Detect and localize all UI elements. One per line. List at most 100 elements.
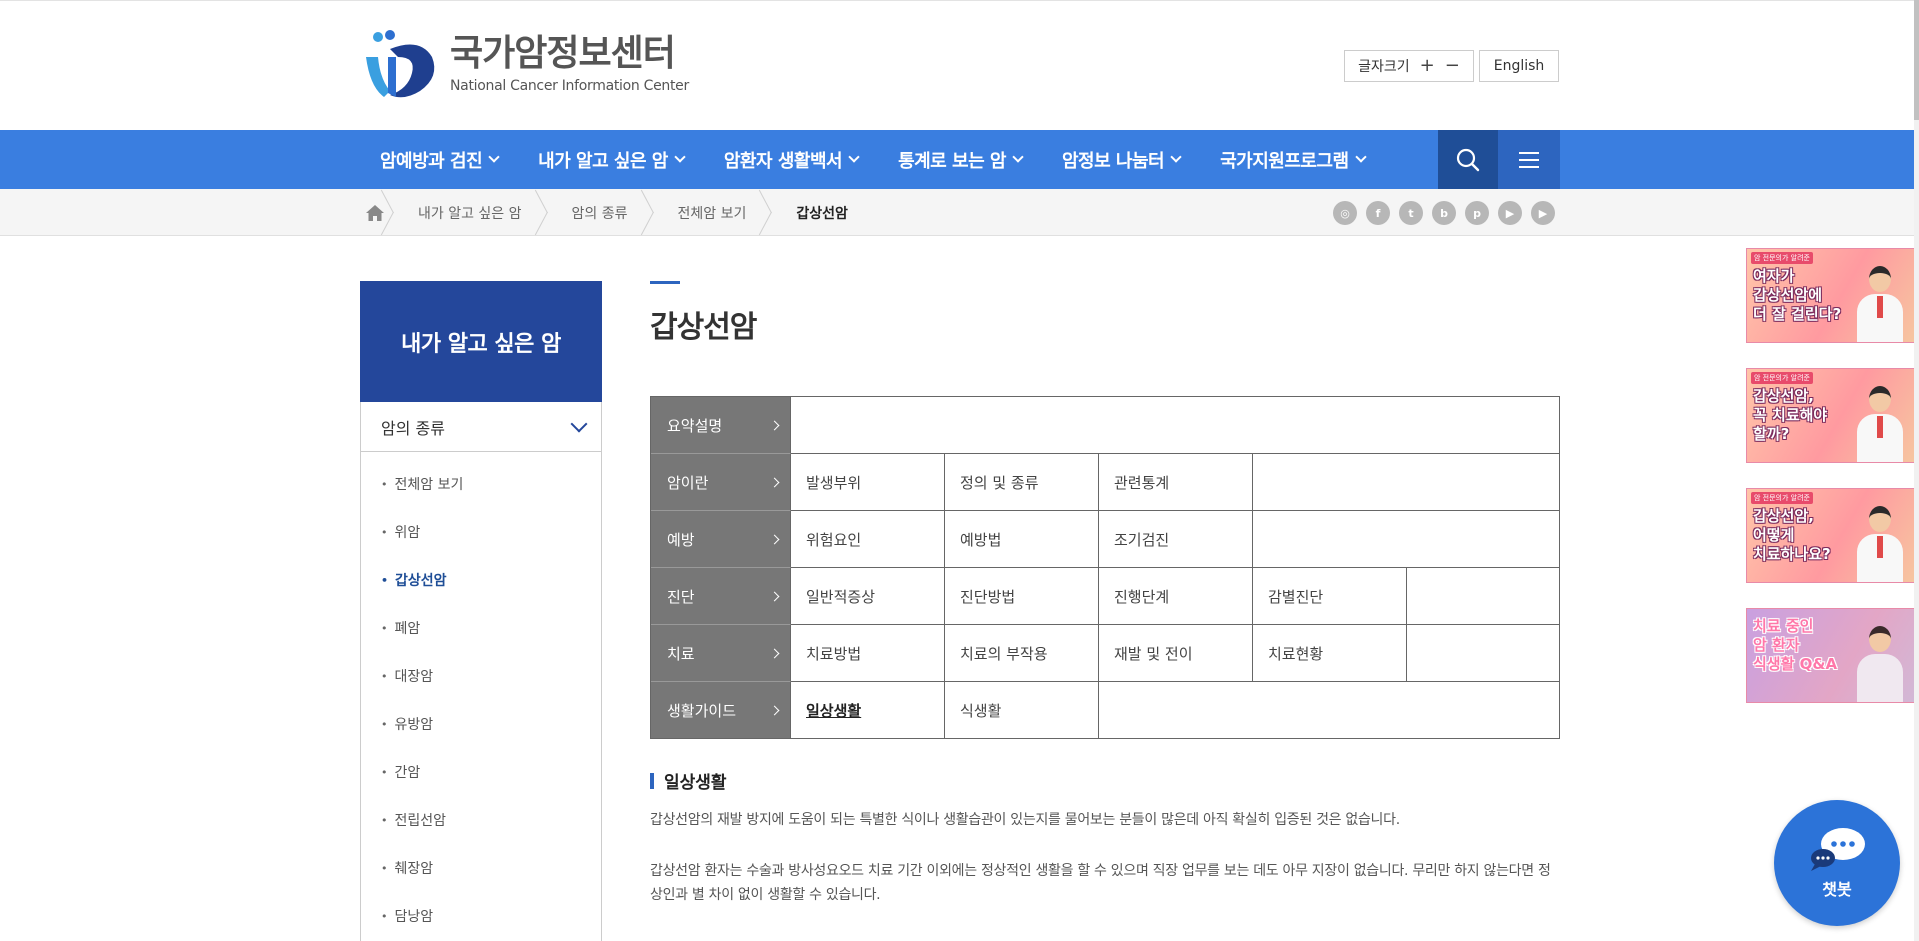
tab-cell-empty <box>791 397 1560 454</box>
banner-text: 갑상선암, 어떻게 치료하나요? <box>1753 507 1831 563</box>
lnb-item[interactable]: 간암 <box>361 748 601 796</box>
instagram-icon[interactable]: ◎ <box>1333 201 1357 225</box>
twitter-icon[interactable]: t <box>1399 201 1423 225</box>
breadcrumb-item[interactable]: 내가 알고 싶은 암 <box>404 189 544 236</box>
font-increase-button[interactable]: + <box>1420 57 1435 75</box>
video-banner[interactable]: 암 전문의가 알려준 갑상선암, 꼭 치료해야 할까? <box>1746 368 1916 463</box>
gnb-item-cancer-info[interactable]: 내가 알고 싶은 암 <box>518 130 704 189</box>
lnb-category-dropdown[interactable]: 암의 종류 <box>360 402 602 452</box>
tab-head-what-is-cancer[interactable]: 암이란 <box>651 454 791 511</box>
tab-head-diagnosis[interactable]: 진단 <box>651 568 791 625</box>
ncic-logo-icon <box>366 30 435 98</box>
chevron-down-icon <box>1012 151 1024 163</box>
lnb-item[interactable]: 위암 <box>361 508 601 556</box>
tab-row: 요약설명 <box>651 397 1560 454</box>
gnb-label: 내가 알고 싶은 암 <box>538 150 668 172</box>
lnb-item[interactable]: 대장암 <box>361 652 601 700</box>
gnb-item-national-program[interactable]: 국가지원프로그램 <box>1200 130 1384 189</box>
blog-icon[interactable]: b <box>1432 201 1456 225</box>
banner-text: 여자가 갑상선암에 더 잘 걸린다? <box>1753 267 1842 323</box>
font-size-control: 글자크기 + − <box>1344 50 1474 82</box>
tab-cell[interactable]: 진행단계 <box>1099 568 1253 625</box>
tab-row: 암이란 발생부위 정의 및 종류 관련통계 <box>651 454 1560 511</box>
tab-cell[interactable]: 치료현황 <box>1253 625 1407 682</box>
lnb-item[interactable]: 유방암 <box>361 700 601 748</box>
banner-text: 갑상선암, 꼭 치료해야 할까? <box>1753 387 1828 443</box>
gnb-item-sharing[interactable]: 암정보 나눔터 <box>1042 130 1200 189</box>
gnb-item-patient-life[interactable]: 암환자 생활백서 <box>704 130 878 189</box>
scrollbar-thumb[interactable] <box>1914 0 1919 120</box>
lnb-item[interactable]: 췌장암 <box>361 844 601 892</box>
tab-head-summary[interactable]: 요약설명 <box>651 397 791 454</box>
tab-head-life-guide[interactable]: 생활가이드 <box>651 682 791 739</box>
breadcrumb: 내가 알고 싶은 암 암의 종류 전체암 보기 갑상선암 <box>360 189 870 236</box>
section-title: 일상생활 <box>650 768 727 793</box>
post-icon[interactable]: p <box>1465 201 1489 225</box>
video-banner[interactable]: 암 전문의가 알려준 갑상선암, 어떻게 치료하나요? <box>1746 488 1916 583</box>
chevron-down-icon <box>1354 151 1367 163</box>
chatbot-label: 챗봇 <box>1822 880 1852 899</box>
search-button[interactable] <box>1438 130 1498 189</box>
breadcrumb-item[interactable]: 암의 종류 <box>558 189 650 236</box>
gnb-label: 국가지원프로그램 <box>1220 150 1349 172</box>
lnb-item-active[interactable]: 갑상선암 <box>361 556 601 604</box>
banner-tag: 암 전문의가 알려준 <box>1751 252 1813 264</box>
youtube-icon[interactable]: ▶ <box>1531 201 1555 225</box>
tab-cell-empty <box>1099 682 1560 739</box>
video-banner[interactable]: 치료 중인 암 환자 식생활 Q&A <box>1746 608 1916 703</box>
tab-cell[interactable]: 관련통계 <box>1099 454 1253 511</box>
lnb-item[interactable]: 전체암 보기 <box>361 460 601 508</box>
video-banner[interactable]: 암 전문의가 알려준 여자가 갑상선암에 더 잘 걸린다? <box>1746 248 1916 343</box>
breadcrumb-item[interactable]: 전체암 보기 <box>664 189 769 236</box>
gnb-item-statistics[interactable]: 통계로 보는 암 <box>878 130 1042 189</box>
tab-cell[interactable]: 정의 및 종류 <box>945 454 1099 511</box>
gnb-item-prevention[interactable]: 암예방과 검진 <box>360 130 518 189</box>
tab-cell[interactable]: 치료방법 <box>791 625 945 682</box>
site-header: 국가암정보센터 National Cancer Information Cent… <box>0 0 1919 130</box>
tab-cell[interactable]: 위험요인 <box>791 511 945 568</box>
site-logo[interactable]: 국가암정보센터 National Cancer Information Cent… <box>360 27 689 101</box>
english-language-button[interactable]: English <box>1479 50 1559 82</box>
breadcrumb-bar: 내가 알고 싶은 암 암의 종류 전체암 보기 갑상선암 ◎ f t b p ▶… <box>0 189 1919 236</box>
tab-cell[interactable]: 감별진단 <box>1253 568 1407 625</box>
tab-cell[interactable]: 조기검진 <box>1099 511 1253 568</box>
tab-cell[interactable]: 식생활 <box>945 682 1099 739</box>
chatbot-button[interactable]: 챗봇 <box>1774 800 1900 926</box>
chevron-right-icon <box>769 477 780 487</box>
lnb-title: 내가 알고 싶은 암 <box>360 281 602 402</box>
tab-cell[interactable]: 재발 및 전이 <box>1099 625 1253 682</box>
tab-cell[interactable]: 일반적증상 <box>791 568 945 625</box>
tab-cell-selected[interactable]: 일상생활 <box>791 682 945 739</box>
naver-tv-icon[interactable]: ▶ <box>1498 201 1522 225</box>
lnb-item[interactable]: 전립선암 <box>361 796 601 844</box>
hamburger-menu-icon <box>1519 151 1539 168</box>
tab-cell[interactable]: 치료의 부작용 <box>945 625 1099 682</box>
chevron-down-icon <box>488 151 500 163</box>
tab-head-prevention[interactable]: 예방 <box>651 511 791 568</box>
tab-cell[interactable]: 예방법 <box>945 511 1099 568</box>
doctor-illustration <box>1855 500 1905 582</box>
lnb-item[interactable]: 담낭암 <box>361 892 601 940</box>
tab-head-label: 요약설명 <box>667 416 723 435</box>
global-nav: 암예방과 검진 내가 알고 싶은 암 암환자 생활백서 통계로 보는 암 암정보… <box>0 130 1919 189</box>
tab-head-treatment[interactable]: 치료 <box>651 625 791 682</box>
lnb-item[interactable]: 폐암 <box>361 604 601 652</box>
tab-row: 진단 일반적증상 진단방법 진행단계 감별진단 <box>651 568 1560 625</box>
font-decrease-button[interactable]: − <box>1445 57 1460 75</box>
tab-cell[interactable]: 진단방법 <box>945 568 1099 625</box>
lnb-category-label: 암의 종류 <box>381 418 445 438</box>
tab-head-label: 진단 <box>667 587 695 606</box>
chevron-down-icon <box>570 415 588 432</box>
chevron-down-icon <box>848 151 860 163</box>
tab-row: 생활가이드 일상생활 식생활 <box>651 682 1560 739</box>
paragraph: 갑상선암 환자는 수술과 방사성요오드 치료 기간 이외에는 정상적인 생활을 … <box>650 863 1551 903</box>
chevron-down-icon <box>1170 151 1182 163</box>
tab-row: 치료 치료방법 치료의 부작용 재발 및 전이 치료현황 <box>651 625 1560 682</box>
facebook-icon[interactable]: f <box>1366 201 1390 225</box>
all-menu-button[interactable] <box>1498 130 1560 189</box>
banner-tag: 암 전문의가 알려준 <box>1751 492 1813 504</box>
breadcrumb-separator <box>390 189 404 236</box>
page-scrollbar[interactable] <box>1914 0 1919 941</box>
search-icon <box>1456 148 1480 171</box>
tab-cell[interactable]: 발생부위 <box>791 454 945 511</box>
